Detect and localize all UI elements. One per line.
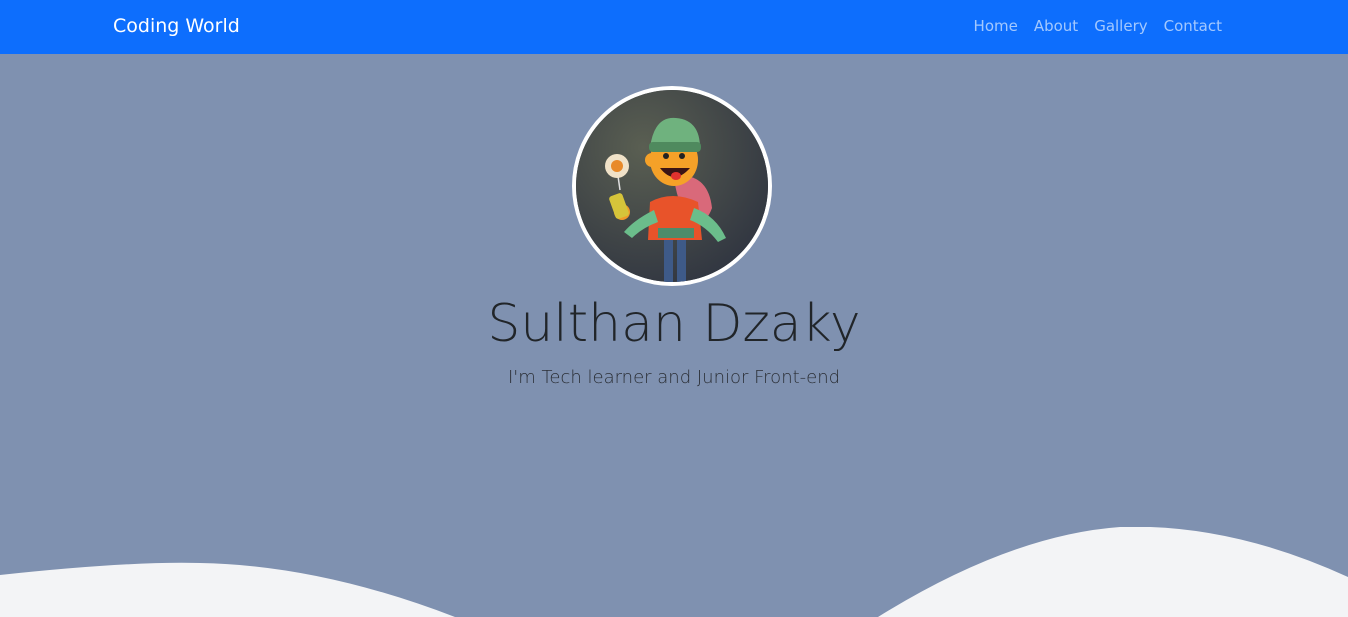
nav-link-about[interactable]: About bbox=[1034, 15, 1078, 37]
character-illustration bbox=[576, 90, 768, 282]
profile-avatar bbox=[572, 86, 772, 286]
navbar: Coding World Home About Gallery Contact bbox=[0, 0, 1348, 54]
nav-link-home[interactable]: Home bbox=[974, 15, 1018, 37]
nav-links: Home About Gallery Contact bbox=[974, 15, 1222, 37]
bottom-wave bbox=[0, 527, 1348, 617]
nav-link-contact[interactable]: Contact bbox=[1164, 15, 1222, 37]
hero-title: Sulthan Dzaky bbox=[487, 294, 861, 354]
nav-link-gallery[interactable]: Gallery bbox=[1094, 15, 1147, 37]
brand-link[interactable]: Coding World bbox=[113, 13, 240, 39]
hero-subtitle: I'm Tech learner and Junior Front-end bbox=[507, 367, 841, 388]
page: Coding World Home About Gallery Contact bbox=[0, 0, 1348, 617]
